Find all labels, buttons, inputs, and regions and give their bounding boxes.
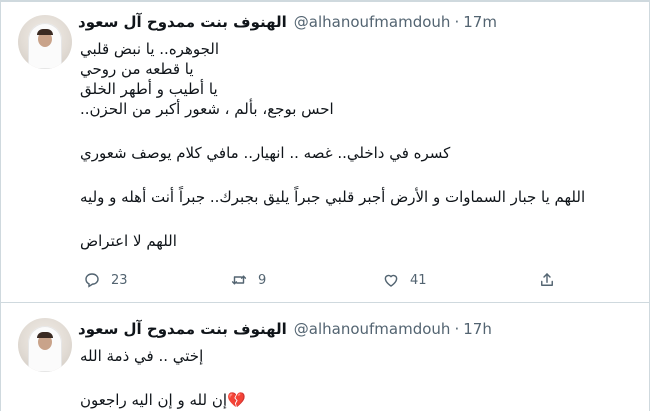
tweet[interactable]: الهنوف بنت ممدوح آل سعود @alhanoufmamdou… <box>0 0 650 303</box>
separator-dot: · <box>454 13 460 31</box>
tweet-line: الجوهره.. يا نبض قلبي <box>80 40 220 58</box>
tweet-line-text: إن لله و إن اليه راجعون <box>80 391 228 409</box>
timestamp[interactable]: 17m <box>463 13 497 31</box>
tweet-header: الهنوف بنت ممدوح آل سعود @alhanoufmamdou… <box>78 318 648 340</box>
tweet-line: اللهم يا جبار السماوات و الأرض أجبر قلبي… <box>80 188 586 206</box>
tweet-actions: 23 9 41 <box>80 270 553 290</box>
avatar[interactable] <box>18 15 72 69</box>
tweet-line: إختي .. في ذمة الله <box>80 347 204 365</box>
tweet-text: إختي .. في ذمة الله 💔إن لله و إن اليه را… <box>80 346 600 410</box>
tweet-text: الجوهره.. يا نبض قلبي يا قطعه من روحي يا… <box>80 39 600 251</box>
tweet-line: 💔إن لله و إن اليه راجعون <box>80 390 600 410</box>
display-name[interactable]: الهنوف بنت ممدوح آل سعود <box>78 320 287 338</box>
tweet-line: يا أطيب و أطهر الخلق <box>80 80 218 98</box>
tweet-line: اللهم لا اعتراض <box>80 232 177 250</box>
broken-heart-emoji: 💔 <box>227 391 246 409</box>
user-handle[interactable]: @alhanoufmamdouh <box>294 13 451 31</box>
display-name[interactable]: الهنوف بنت ممدوح آل سعود <box>78 13 287 31</box>
like-button[interactable]: 41 <box>382 271 427 289</box>
heart-outline-icon <box>384 274 398 287</box>
tweet-line: يا قطعه من روحي <box>80 60 194 78</box>
retweet-button[interactable]: 9 <box>230 271 266 289</box>
reply-button[interactable]: 23 <box>83 271 128 289</box>
user-handle[interactable]: @alhanoufmamdouh <box>294 320 451 338</box>
avatar[interactable] <box>18 318 72 372</box>
reply-count: 23 <box>111 272 128 288</box>
share-upload-icon <box>541 273 553 286</box>
retweet-count: 9 <box>258 272 267 288</box>
timestamp[interactable]: 17h <box>463 320 492 338</box>
tweet-line: كسره في داخلي.. غصه .. انهيار.. مافي كلا… <box>80 144 451 162</box>
separator-dot: · <box>454 320 460 338</box>
speech-bubble-icon <box>85 273 99 288</box>
like-count: 41 <box>410 272 427 288</box>
retweet-arrows-icon <box>231 275 247 285</box>
tweet[interactable]: الهنوف بنت ممدوح آل سعود @alhanoufmamdou… <box>0 304 650 411</box>
tweet-header: الهنوف بنت ممدوح آل سعود @alhanoufmamdou… <box>78 11 648 33</box>
tweet-line: احس بوجع، بألم ، شعور أكبر من الحزن.. <box>80 100 334 118</box>
share-button[interactable] <box>538 271 566 289</box>
